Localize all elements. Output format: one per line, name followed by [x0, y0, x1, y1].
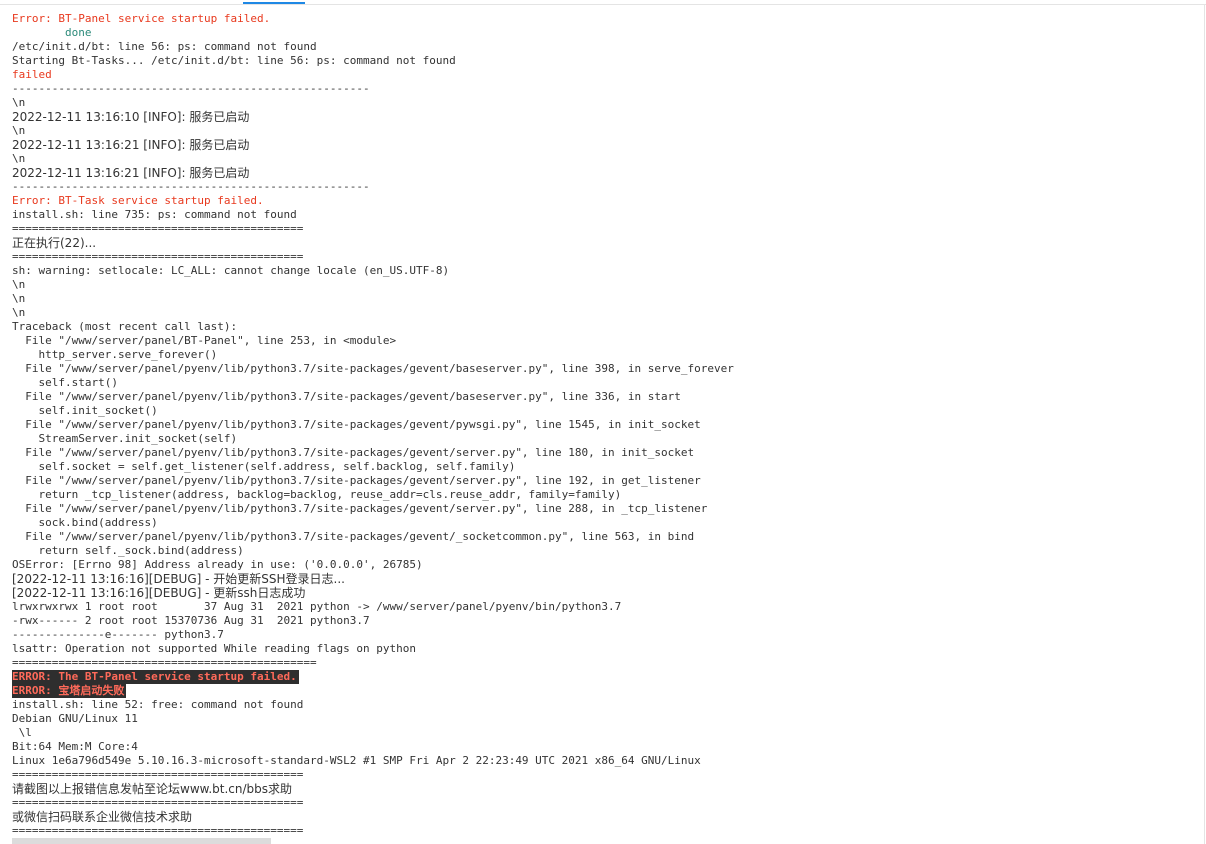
log-line: ========================================… — [12, 656, 317, 669]
log-line: ========================================… — [12, 250, 304, 263]
log-line: done — [12, 26, 92, 39]
log-line: self.start() — [12, 376, 118, 389]
log-line: lsattr: Operation not supported While re… — [12, 642, 416, 655]
log-line: File "/www/server/panel/pyenv/lib/python… — [12, 362, 734, 375]
log-line: ========================================… — [12, 824, 304, 837]
log-line: File "/www/server/panel/pyenv/lib/python… — [12, 418, 701, 431]
log-line: http_server.serve_forever() — [12, 348, 218, 361]
log-line: Debian GNU/Linux 11 — [12, 712, 138, 725]
log-line: Starting Bt-Tasks... /etc/init.d/bt: lin… — [12, 54, 456, 67]
log-line: return self._sock.bind(address) — [12, 544, 244, 557]
log-line: 正在执行(22)... — [12, 236, 97, 250]
log-line: ERROR: The BT-Panel service startup fail… — [12, 670, 1192, 684]
log-line: \n — [12, 278, 26, 291]
log-line: \n — [12, 96, 26, 109]
log-line: File "/www/server/panel/pyenv/lib/python… — [12, 502, 708, 515]
log-line: --------------e------- python3.7 — [12, 628, 224, 641]
log-line: -rwx------ 2 root root 15370736 Aug 31 2… — [12, 614, 370, 627]
log-line: ----------------------------------------… — [12, 82, 370, 95]
log-line: ========================================… — [12, 796, 304, 809]
log-line: \n — [12, 292, 26, 305]
log-line: File "/www/server/panel/pyenv/lib/python… — [12, 390, 681, 403]
log-line: 2022-12-11 13:16:21 [INFO]: 服务已启动 — [12, 166, 250, 180]
log-line: ----------------------------------------… — [12, 180, 370, 193]
active-tab-indicator — [243, 2, 305, 4]
log-line: ERROR: 宝塔启动失败 — [12, 684, 1192, 698]
log-line: 2022-12-11 13:16:10 [INFO]: 服务已启动 — [12, 110, 250, 124]
log-line: install.sh: line 735: ps: command not fo… — [12, 208, 297, 221]
log-line: 2022-12-11 13:16:21 [INFO]: 服务已启动 — [12, 138, 250, 152]
log-line: \n — [12, 306, 26, 319]
log-line: return _tcp_listener(address, backlog=ba… — [12, 488, 622, 501]
log-line: 请截图以上报错信息发帖至论坛www.bt.cn/bbs求助 — [12, 782, 293, 796]
log-line: \l — [12, 726, 32, 739]
log-line: sock.bind(address) — [12, 516, 158, 529]
log-line: File "/www/server/panel/pyenv/lib/python… — [12, 446, 695, 459]
log-line: File "/www/server/panel/pyenv/lib/python… — [12, 530, 695, 543]
error-highlight-text: ERROR: The BT-Panel service startup fail… — [12, 670, 299, 684]
log-line: lrwxrwxrwx 1 root root 37 Aug 31 2021 py… — [12, 600, 622, 613]
log-line: /etc/init.d/bt: line 56: ps: command not… — [12, 40, 317, 53]
horizontal-scrollbar-thumb[interactable] — [12, 838, 271, 844]
log-line: self.init_socket() — [12, 404, 158, 417]
log-line: Linux 1e6a796d549e 5.10.16.3-microsoft-s… — [12, 754, 701, 767]
log-line: ========================================… — [12, 768, 304, 781]
log-line: install.sh: line 52: free: command not f… — [12, 698, 304, 711]
log-line: File "/www/server/panel/BT-Panel", line … — [12, 334, 397, 347]
error-highlight-text: ERROR: 宝塔启动失败 — [12, 684, 127, 698]
log-line: failed — [12, 68, 52, 81]
log-line: \n — [12, 152, 26, 165]
log-line: [2022-12-11 13:16:16][DEBUG] - 更新ssh日志成功 — [12, 586, 306, 600]
log-line: ========================================… — [12, 222, 304, 235]
log-line: OSError: [Errno 98] Address already in u… — [12, 558, 423, 571]
log-line: [2022-12-11 13:16:16][DEBUG] - 开始更新SSH登录… — [12, 572, 345, 586]
log-line: StreamServer.init_socket(self) — [12, 432, 238, 445]
log-line: self.socket = self.get_listener(self.add… — [12, 460, 516, 473]
log-line: \n — [12, 124, 26, 137]
log-line: sh: warning: setlocale: LC_ALL: cannot c… — [12, 264, 450, 277]
log-line: 或微信扫码联系企业微信技术求助 — [12, 810, 193, 824]
log-line: File "/www/server/panel/pyenv/lib/python… — [12, 474, 701, 487]
panel-right-border — [1204, 4, 1205, 844]
tab-bar-divider — [0, 4, 1206, 5]
log-line: Traceback (most recent call last): — [12, 320, 238, 333]
log-line: Bit:64 Mem:M Core:4 — [12, 740, 138, 753]
log-line: Error: BT-Panel service startup failed. — [12, 12, 271, 25]
install-log-output: Error: BT-Panel service startup failed. … — [12, 12, 1192, 838]
log-line: Error: BT-Task service startup failed. — [12, 194, 264, 207]
